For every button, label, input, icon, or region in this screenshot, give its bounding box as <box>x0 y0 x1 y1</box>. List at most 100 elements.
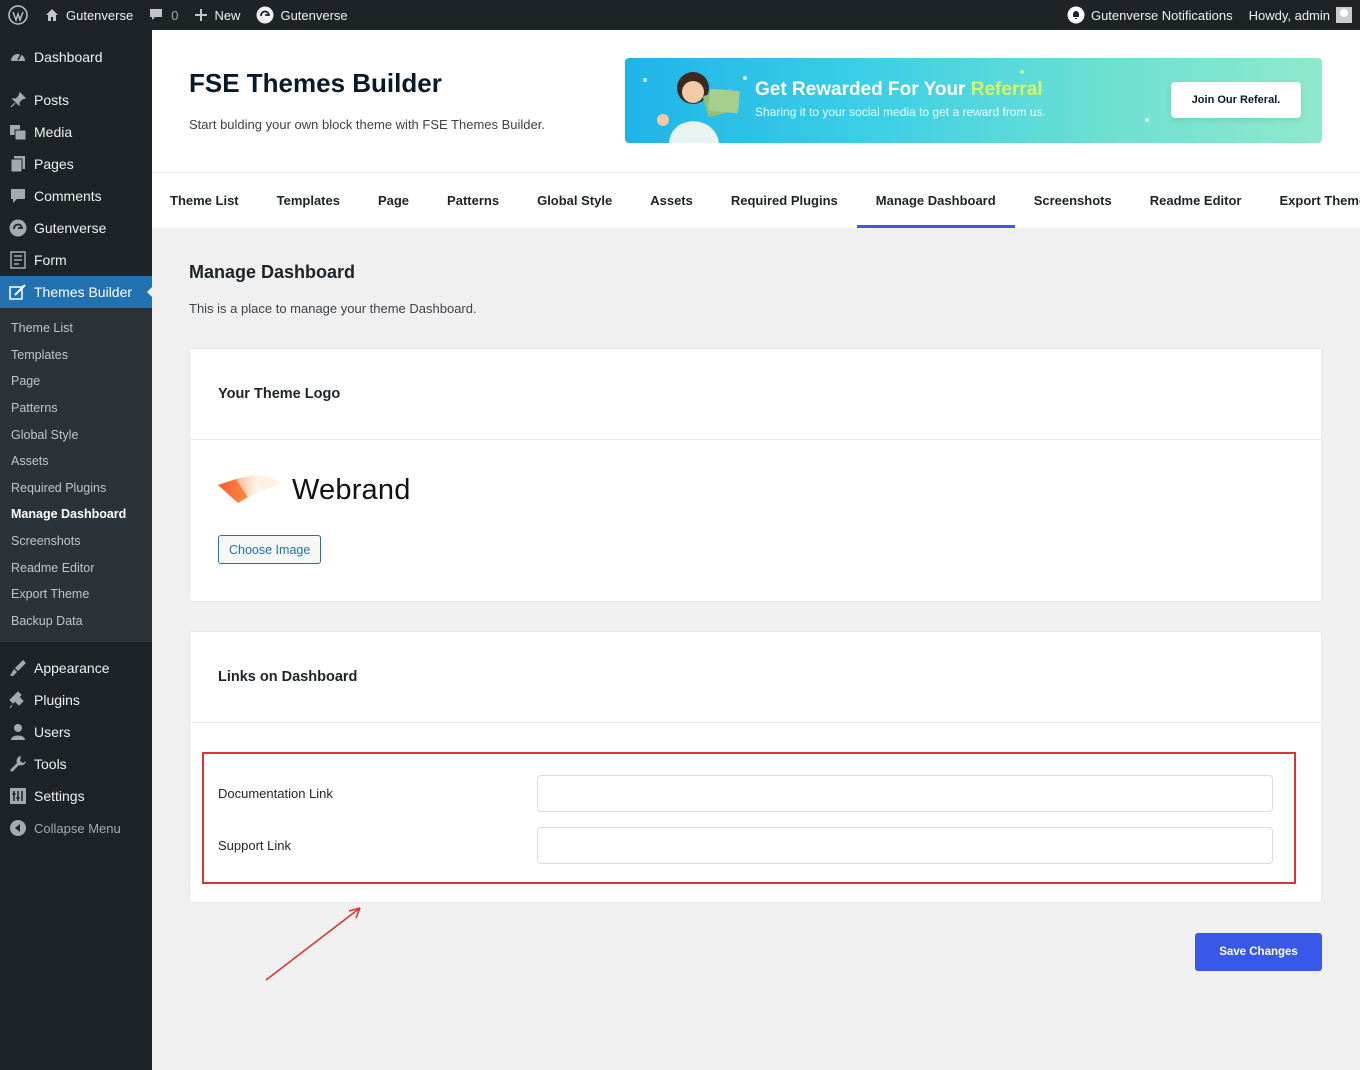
person-with-money-icon <box>657 72 740 143</box>
menu-plugins[interactable]: Plugins <box>0 684 152 716</box>
menu-label: Media <box>34 124 73 140</box>
howdy-label: Howdy, admin <box>1248 7 1330 23</box>
tab-required-plugins[interactable]: Required Plugins <box>712 173 857 228</box>
bell-icon <box>1067 6 1085 24</box>
menu-dashboard[interactable]: Dashboard <box>0 41 152 73</box>
webrand-logo-mark-icon <box>218 475 280 503</box>
save-changes-button[interactable]: Save Changes <box>1195 933 1322 971</box>
notifications-label: Gutenverse Notifications <box>1090 7 1233 23</box>
site-name: Gutenverse <box>66 7 134 23</box>
support-link-input[interactable] <box>537 827 1273 864</box>
menu-label: Plugins <box>34 692 80 709</box>
dashboard-links-card-title: Links on Dashboard <box>190 632 1321 723</box>
menu-settings[interactable]: Settings <box>0 780 152 812</box>
theme-logo-card: Your Theme Logo Webrand Choose Image <box>189 348 1322 602</box>
menu-media[interactable]: Media <box>0 116 152 148</box>
comment-icon <box>9 187 27 205</box>
plugin-icon <box>9 691 27 709</box>
gutenverse-label: Gutenverse <box>280 7 348 23</box>
annotation-arrow-icon <box>265 907 361 981</box>
settings-icon <box>9 787 27 805</box>
comment-icon <box>149 8 163 22</box>
menu-pages[interactable]: Pages <box>0 148 152 180</box>
support-link-row: Support Link <box>218 827 1273 864</box>
gutenverse-icon <box>9 219 27 237</box>
new-content-link[interactable]: New <box>186 0 248 30</box>
collapse-icon <box>9 819 27 837</box>
submenu-theme-list[interactable]: Theme List <box>0 315 152 342</box>
tab-readme-editor[interactable]: Readme Editor <box>1131 173 1261 228</box>
tab-manage-dashboard[interactable]: Manage Dashboard <box>856 173 1015 228</box>
user-icon <box>9 723 27 741</box>
menu-label: Gutenverse <box>34 220 107 236</box>
tab-assets[interactable]: Assets <box>631 173 712 228</box>
comments-link[interactable]: 0 <box>141 0 186 30</box>
themes-builder-icon <box>9 283 27 301</box>
banner-title-highlight: Referral <box>970 79 1043 100</box>
tab-templates[interactable]: Templates <box>258 173 359 228</box>
submenu-manage-dashboard[interactable]: Manage Dashboard <box>0 501 152 528</box>
menu-gutenverse[interactable]: Gutenverse <box>0 212 152 244</box>
menu-label: Users <box>34 724 71 741</box>
submenu-global-style[interactable]: Global Style <box>0 421 152 448</box>
menu-label: Themes Builder <box>34 284 133 300</box>
avatar <box>1336 7 1352 23</box>
support-link-label: Support Link <box>218 838 291 853</box>
gutenverse-icon <box>256 6 274 24</box>
theme-logo-preview: Webrand <box>218 473 411 507</box>
choose-image-button[interactable]: Choose Image <box>218 535 322 564</box>
submenu-patterns[interactable]: Patterns <box>0 395 152 422</box>
wordpress-logo-button[interactable] <box>0 0 36 30</box>
form-icon <box>9 251 27 269</box>
page-title: FSE Themes Builder <box>189 68 442 98</box>
menu-posts[interactable]: Posts <box>0 84 152 116</box>
submenu-export-theme[interactable]: Export Theme <box>0 581 152 608</box>
page-header: FSE Themes Builder Start bulding your ow… <box>152 30 1360 172</box>
menu-comments[interactable]: Comments <box>0 180 152 212</box>
tab-page[interactable]: Page <box>359 173 428 228</box>
admin-sidebar: Dashboard Posts Media Pages Comments Gut… <box>0 30 153 1070</box>
documentation-link-input[interactable] <box>537 775 1273 812</box>
submenu-required-plugins[interactable]: Required Plugins <box>0 475 152 502</box>
gutenverse-link[interactable]: Gutenverse <box>248 0 355 30</box>
menu-appearance[interactable]: Appearance <box>0 652 152 684</box>
pages-icon <box>9 155 27 173</box>
collapse-menu-button[interactable]: Collapse Menu <box>0 812 152 844</box>
submenu-readme-editor[interactable]: Readme Editor <box>0 554 152 581</box>
account-menu[interactable]: Howdy, admin <box>1241 0 1360 30</box>
submenu-assets[interactable]: Assets <box>0 448 152 475</box>
menu-form[interactable]: Form <box>0 244 152 276</box>
tab-theme-list[interactable]: Theme List <box>170 173 258 228</box>
pin-icon <box>9 91 27 109</box>
referral-banner[interactable]: Get Rewarded For Your Referral Sharing i… <box>625 58 1322 143</box>
tab-global-style[interactable]: Global Style <box>518 173 631 228</box>
banner-subtitle: Sharing it to your social media to get a… <box>755 105 1046 119</box>
menu-users[interactable]: Users <box>0 716 152 748</box>
builder-tabs: Theme List Templates Page Patterns Globa… <box>152 172 1360 228</box>
brush-icon <box>9 659 27 677</box>
documentation-link-label: Documentation Link <box>218 786 333 801</box>
menu-label: Dashboard <box>34 49 103 65</box>
dashboard-icon <box>9 48 27 66</box>
menu-label: Comments <box>34 188 102 204</box>
tab-screenshots[interactable]: Screenshots <box>1015 173 1131 228</box>
menu-tools[interactable]: Tools <box>0 748 152 780</box>
themes-builder-submenu: Theme List Templates Page Patterns Globa… <box>0 308 152 643</box>
submenu-screenshots[interactable]: Screenshots <box>0 528 152 555</box>
comments-count: 0 <box>171 7 179 23</box>
tab-patterns[interactable]: Patterns <box>428 173 518 228</box>
submenu-backup-data[interactable]: Backup Data <box>0 608 152 635</box>
new-label: New <box>214 7 241 23</box>
menu-label: Posts <box>34 92 70 108</box>
join-referral-button[interactable]: Join Our Referal. <box>1171 82 1301 118</box>
dashboard-links-card: Links on Dashboard Documentation Link Su… <box>189 631 1322 903</box>
menu-label: Settings <box>34 788 85 805</box>
media-icon <box>9 123 27 141</box>
tab-export-theme[interactable]: Export Theme <box>1260 173 1360 228</box>
submenu-page[interactable]: Page <box>0 368 152 395</box>
menu-themes-builder[interactable]: Themes Builder <box>0 276 153 308</box>
notifications-link[interactable]: Gutenverse Notifications <box>1059 0 1241 30</box>
site-name-link[interactable]: Gutenverse <box>36 0 141 30</box>
wrench-icon <box>9 755 27 773</box>
submenu-templates[interactable]: Templates <box>0 342 152 369</box>
